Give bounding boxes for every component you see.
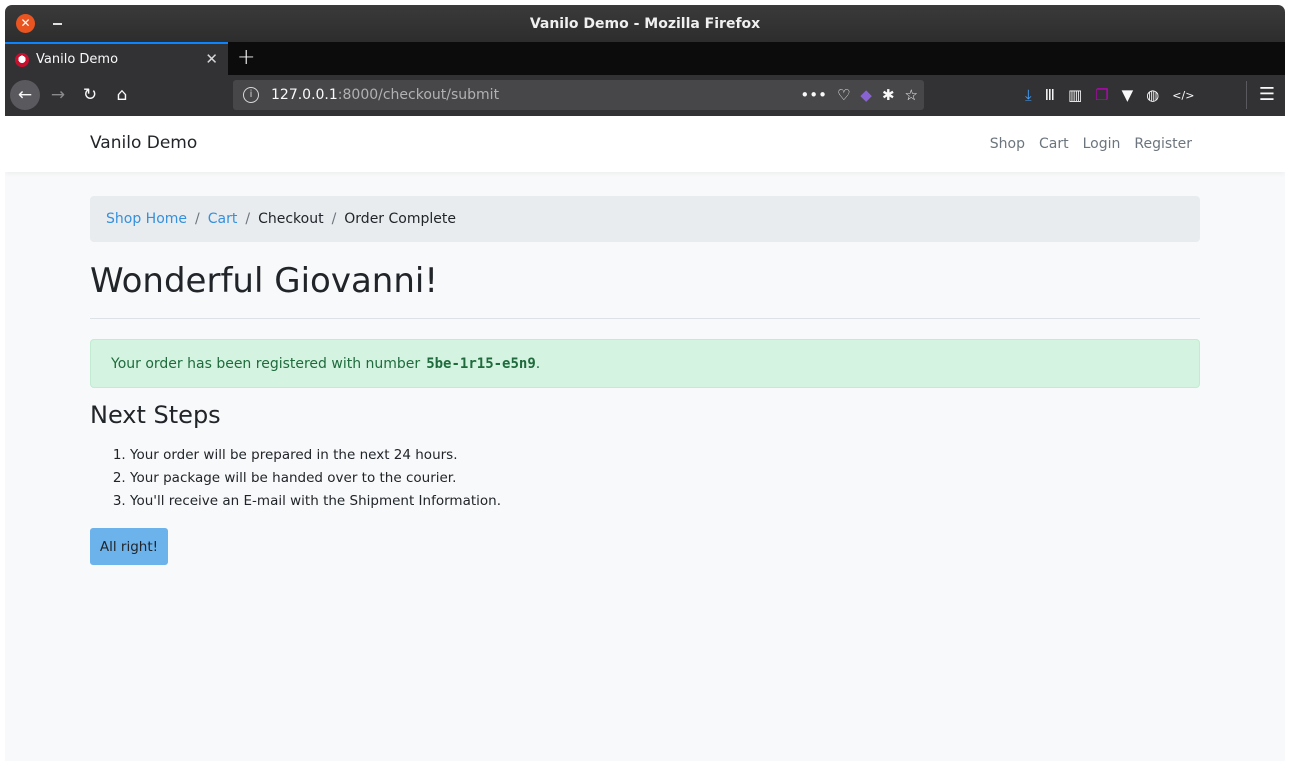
tab-close-icon[interactable]: ✕ bbox=[205, 50, 218, 68]
toolbar-separator bbox=[1246, 81, 1247, 109]
vue-devtools-icon[interactable]: ▼ bbox=[1122, 86, 1134, 104]
forward-arrow-icon[interactable]: → bbox=[45, 80, 71, 110]
breadcrumb-order-complete: Order Complete bbox=[344, 211, 456, 227]
nav-link-cart[interactable]: Cart bbox=[1039, 136, 1069, 152]
order-success-alert: Your order has been registered with numb… bbox=[90, 339, 1200, 388]
url-bar-actions: ••• ♡ ◆ ✱ ☆ bbox=[800, 80, 918, 110]
download-icon[interactable]: ⤓ bbox=[1025, 86, 1032, 104]
containers-icon[interactable]: ❐ bbox=[1095, 86, 1108, 104]
pocket-icon[interactable]: ♡ bbox=[837, 86, 850, 104]
site-brand[interactable]: Vanilo Demo bbox=[90, 133, 197, 153]
navigation-toolbar: ← → ↻ ⌂ i 127.0.0.1:8000/checkout/submit… bbox=[5, 75, 1285, 116]
new-tab-icon[interactable]: + bbox=[237, 45, 255, 70]
window-close-button[interactable]: ✕ bbox=[16, 14, 35, 33]
toolbar-icons: ⤓ Ⅲ ▥ ❐ ▼ ◍ </> bbox=[1025, 80, 1194, 110]
reload-icon[interactable]: ↻ bbox=[77, 80, 103, 110]
breadcrumb-separator: / bbox=[331, 211, 337, 227]
url-path: :8000/checkout/submit bbox=[337, 87, 500, 103]
site-navbar: Vanilo Demo Shop Cart Login Register bbox=[5, 116, 1285, 172]
developer-tools-icon[interactable]: </> bbox=[1172, 89, 1194, 102]
tab-bar: Vanilo Demo ✕ + bbox=[5, 42, 1285, 75]
site-nav-links: Shop Cart Login Register bbox=[990, 136, 1192, 152]
list-item: Your order will be prepared in the next … bbox=[130, 444, 501, 467]
nav-link-login[interactable]: Login bbox=[1083, 136, 1121, 152]
page-actions-icon[interactable]: ••• bbox=[800, 86, 827, 104]
extension-badge-icon[interactable]: ◍ bbox=[1146, 86, 1159, 104]
home-icon[interactable]: ⌂ bbox=[109, 80, 135, 110]
back-arrow-icon[interactable]: ← bbox=[10, 80, 40, 110]
page-viewport: Vanilo Demo Shop Cart Login Register Sho… bbox=[5, 116, 1285, 761]
favicon-icon bbox=[15, 52, 29, 67]
next-steps-list: Your order will be prepared in the next … bbox=[130, 444, 501, 513]
all-right-button[interactable]: All right! bbox=[90, 528, 168, 565]
tab-title: Vanilo Demo bbox=[36, 52, 119, 67]
breadcrumb-separator: / bbox=[195, 211, 200, 227]
bookmark-star-icon[interactable]: ☆ bbox=[905, 86, 918, 104]
alert-text: Your order has been registered with numb… bbox=[111, 355, 421, 372]
list-item: Your package will be handed over to the … bbox=[130, 467, 501, 490]
browser-window: ✕ Vanilo Demo - Mozilla Firefox Vanilo D… bbox=[5, 5, 1285, 761]
nav-link-shop[interactable]: Shop bbox=[990, 136, 1025, 152]
site-info-icon[interactable]: i bbox=[243, 87, 259, 103]
breadcrumb: Shop Home / Cart / Checkout / Order Comp… bbox=[90, 196, 1200, 242]
hamburger-menu-icon[interactable]: ☰ bbox=[1259, 80, 1275, 110]
library-icon[interactable]: Ⅲ bbox=[1045, 86, 1055, 104]
window-minimize-button[interactable] bbox=[53, 23, 62, 25]
breadcrumb-checkout: Checkout bbox=[258, 211, 324, 227]
breadcrumb-shop-home[interactable]: Shop Home bbox=[106, 211, 187, 227]
page-title: Wonderful Giovanni! bbox=[90, 261, 438, 301]
tab-vanilo-demo[interactable]: Vanilo Demo ✕ bbox=[5, 42, 228, 75]
alert-suffix: . bbox=[535, 355, 541, 372]
url-text[interactable]: 127.0.0.1:8000/checkout/submit bbox=[271, 87, 499, 103]
window-title: Vanilo Demo - Mozilla Firefox bbox=[529, 15, 761, 32]
extension-icon[interactable]: ◆ bbox=[860, 86, 872, 104]
breadcrumb-cart[interactable]: Cart bbox=[208, 211, 238, 227]
title-bar: ✕ Vanilo Demo - Mozilla Firefox bbox=[5, 5, 1285, 42]
divider bbox=[90, 318, 1200, 319]
url-bar[interactable]: i 127.0.0.1:8000/checkout/submit ••• ♡ ◆… bbox=[233, 80, 924, 110]
list-item: You'll receive an E-mail with the Shipme… bbox=[130, 490, 501, 513]
order-number: 5be-1r15-e5n9 bbox=[426, 355, 536, 372]
bug-icon[interactable]: ✱ bbox=[882, 86, 895, 104]
sidebar-icon[interactable]: ▥ bbox=[1068, 86, 1082, 104]
next-steps-title: Next Steps bbox=[90, 401, 221, 429]
nav-link-register[interactable]: Register bbox=[1134, 136, 1192, 152]
url-host: 127.0.0.1 bbox=[271, 87, 338, 103]
breadcrumb-separator: / bbox=[245, 211, 251, 227]
